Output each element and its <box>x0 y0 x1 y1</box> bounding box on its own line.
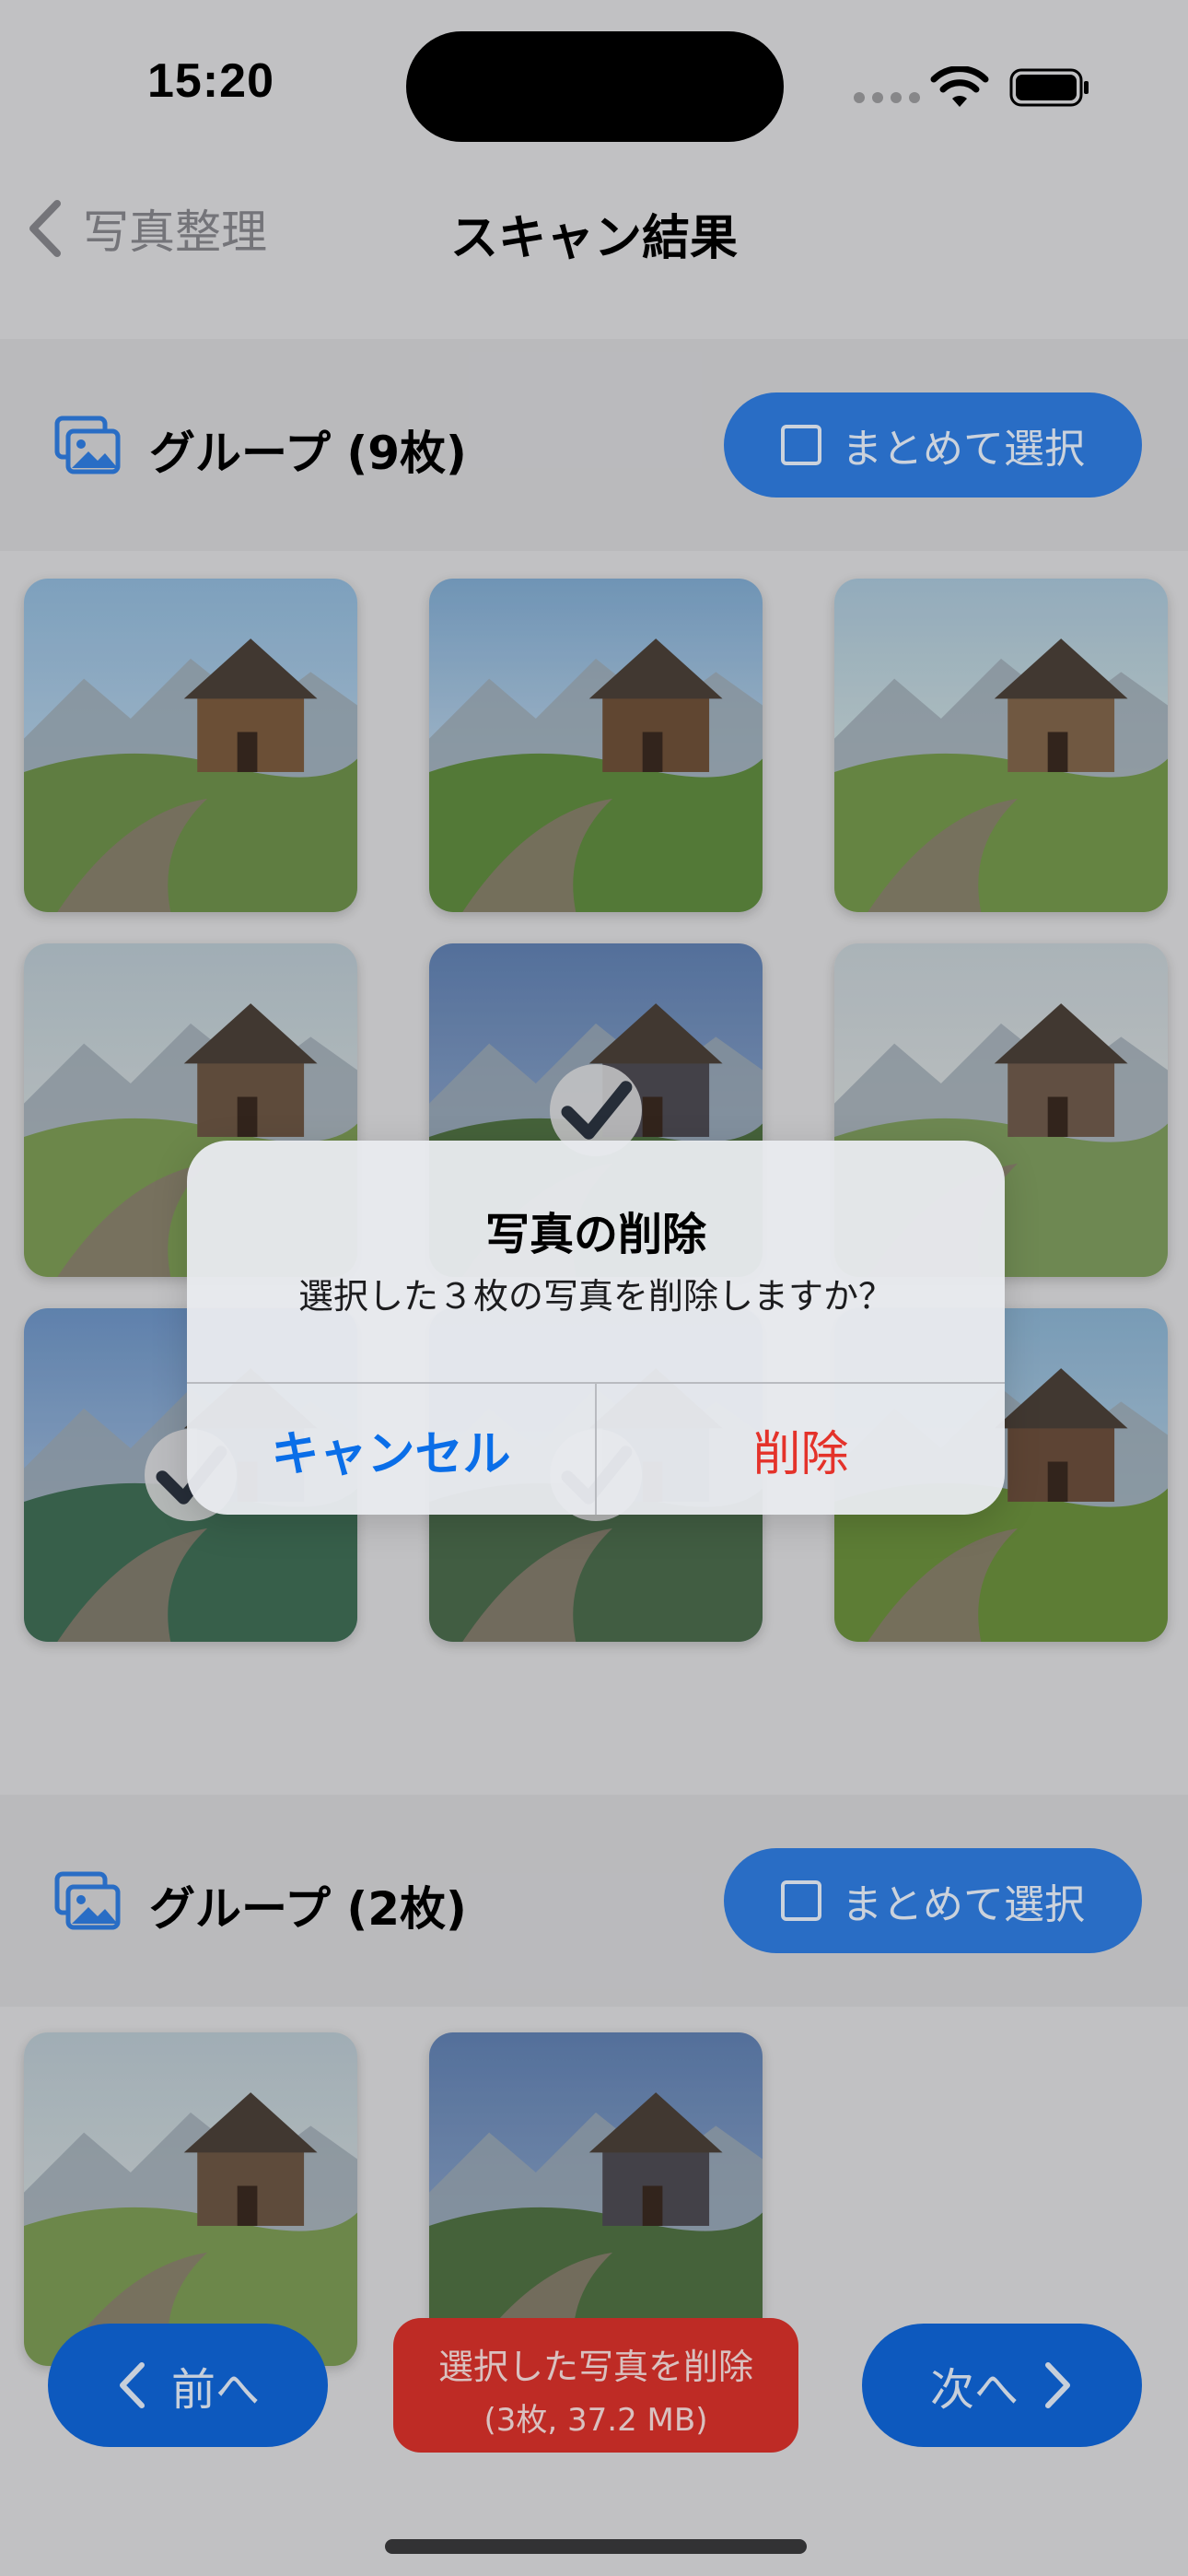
status-time: 15:20 <box>147 54 274 108</box>
next-button[interactable]: 次へ <box>862 2324 1142 2447</box>
photo-thumbnail[interactable] <box>429 579 763 912</box>
wifi-icon <box>930 66 989 107</box>
alert-delete-button[interactable]: 削除 <box>597 1384 1005 1515</box>
navigation-bar: 写真整理 スキャン結果 <box>0 175 1188 276</box>
delete-selected-detail: (3枚, 37.2 MB) <box>483 2402 708 2439</box>
photo-stack-icon <box>54 1871 121 1930</box>
photo-thumbnail[interactable] <box>429 2032 763 2366</box>
select-all-label: まとめて選択 <box>842 426 1085 473</box>
checkbox-icon <box>781 1880 821 1921</box>
prev-button[interactable]: 前へ <box>48 2324 328 2447</box>
photo-thumbnail[interactable] <box>834 579 1168 912</box>
alert-message: 選択した３枚の写真を削除しますか？ <box>297 1276 893 1317</box>
checkbox-icon <box>781 425 821 465</box>
photo-thumbnail[interactable] <box>24 579 357 912</box>
photo-thumbnail[interactable] <box>24 2032 357 2366</box>
signal-dots-icon <box>854 92 920 103</box>
chevron-right-icon <box>1045 2362 1070 2408</box>
next-label: 次へ <box>929 2364 1019 2416</box>
select-all-label: まとめて選択 <box>842 1881 1085 1928</box>
alert-cancel-button[interactable]: キャンセル <box>187 1384 595 1515</box>
select-all-button[interactable]: まとめて選択 <box>724 1848 1142 1953</box>
group-title: グループ (2枚) <box>149 1882 467 1936</box>
delete-selected-label: 選択した写真を削除 <box>437 2347 753 2387</box>
dynamic-island <box>406 31 784 142</box>
home-indicator <box>385 2539 807 2554</box>
alert-title: 写真の削除 <box>484 1209 706 1260</box>
delete-selected-button[interactable]: 選択した写真を削除 (3枚, 37.2 MB) <box>393 2318 798 2453</box>
select-all-button[interactable]: まとめて選択 <box>724 392 1142 498</box>
prev-label: 前へ <box>170 2364 260 2416</box>
delete-confirm-alert: 写真の削除 選択した３枚の写真を削除しますか？ キャンセル 削除 <box>187 1141 1005 1515</box>
battery-icon <box>1009 68 1089 107</box>
group-header: グループ (9枚) まとめて選択 <box>0 339 1188 551</box>
status-bar: 15:20 <box>0 0 1188 157</box>
group-title: グループ (9枚) <box>149 427 467 480</box>
group-header: グループ (2枚) まとめて選択 <box>0 1795 1188 2007</box>
photo-stack-icon <box>54 416 121 474</box>
chevron-left-icon <box>119 2362 145 2408</box>
page-title: スキャン結果 <box>449 211 738 266</box>
